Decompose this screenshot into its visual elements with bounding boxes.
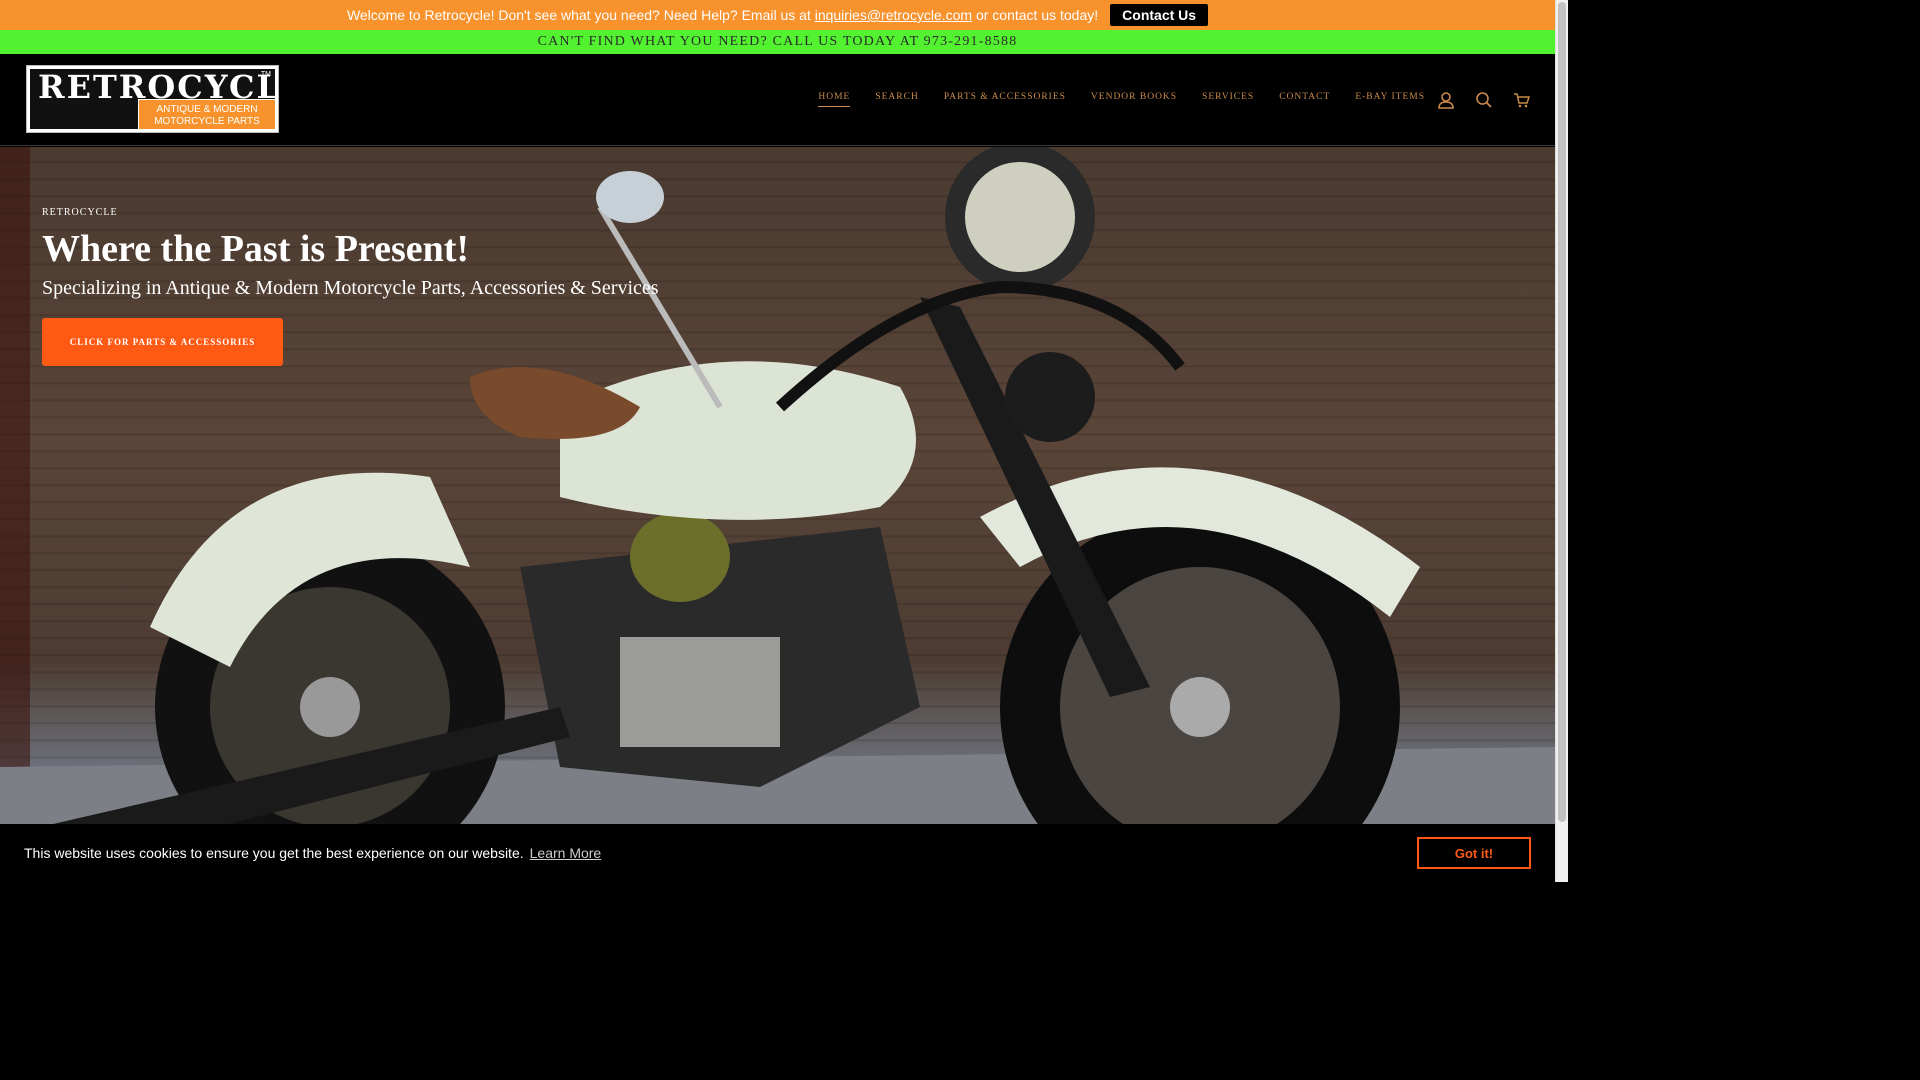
- cookie-banner: This website uses cookies to ensure you …: [0, 824, 1555, 882]
- hero-title: Where the Past is Present!: [42, 228, 470, 270]
- promo-text-after: or contact us today!: [975, 7, 1099, 23]
- nav-contact[interactable]: CONTACT: [1279, 92, 1330, 107]
- cart-icon[interactable]: [1512, 90, 1532, 110]
- announcement-bar: CAN'T FIND WHAT YOU NEED? CALL US TODAY …: [0, 30, 1555, 54]
- page-scrollbar[interactable]: [1555, 0, 1568, 882]
- promo-text: Welcome to Retrocycle! Don't see what yo…: [347, 7, 1098, 23]
- nav-home[interactable]: HOME: [818, 92, 851, 107]
- logo-tm: TM: [260, 71, 271, 78]
- promo-text-before: Welcome to Retrocycle! Don't see what yo…: [346, 7, 811, 23]
- site-logo[interactable]: RETROCYCLE TM ANTIQUE & MODERN MOTORCYCL…: [26, 65, 279, 133]
- cookie-learn-more-link[interactable]: Learn More: [530, 845, 602, 861]
- promo-bar: Welcome to Retrocycle! Don't see what yo…: [0, 0, 1555, 30]
- account-icon[interactable]: [1436, 90, 1456, 110]
- promo-email-link[interactable]: inquiries@retrocycle.com: [815, 7, 972, 23]
- search-icon[interactable]: [1474, 90, 1494, 110]
- nav-ebay-items[interactable]: E-BAY ITEMS: [1355, 92, 1425, 107]
- announcement-text: CAN'T FIND WHAT YOU NEED? CALL US TODAY …: [537, 34, 1018, 49]
- scrollbar-thumb[interactable]: [1558, 2, 1566, 822]
- logo-image: RETROCYCLE TM ANTIQUE & MODERN MOTORCYCL…: [30, 69, 275, 129]
- nav-services[interactable]: SERVICES: [1202, 92, 1254, 107]
- logo-line-2: MOTORCYCLE PARTS: [154, 115, 260, 127]
- main-nav: HOME SEARCH PARTS & ACCESSORIES VENDOR B…: [818, 92, 1425, 107]
- logo-line-1: ANTIQUE & MODERN: [156, 103, 258, 115]
- parts-accessories-cta-button[interactable]: CLICK FOR PARTS & ACCESSORIES: [42, 318, 283, 366]
- hero-banner: RETROCYCLE Where the Past is Present! Sp…: [0, 147, 1555, 882]
- cookie-accept-button[interactable]: Got it!: [1417, 837, 1531, 869]
- nav-search[interactable]: SEARCH: [875, 92, 918, 107]
- site-header: RETROCYCLE TM ANTIQUE & MODERN MOTORCYCL…: [0, 54, 1555, 146]
- contact-us-button[interactable]: Contact Us: [1110, 4, 1209, 26]
- logo-tagline-box: ANTIQUE & MODERN MOTORCYCLE PARTS: [138, 99, 275, 129]
- cookie-message: This website uses cookies to ensure you …: [24, 845, 524, 861]
- hero-eyebrow: RETROCYCLE: [42, 207, 118, 218]
- nav-vendor-books[interactable]: VENDOR BOOKS: [1091, 92, 1177, 107]
- hero-subtitle: Specializing in Antique & Modern Motorcy…: [42, 277, 659, 299]
- nav-parts-accessories[interactable]: PARTS & ACCESSORIES: [944, 92, 1066, 107]
